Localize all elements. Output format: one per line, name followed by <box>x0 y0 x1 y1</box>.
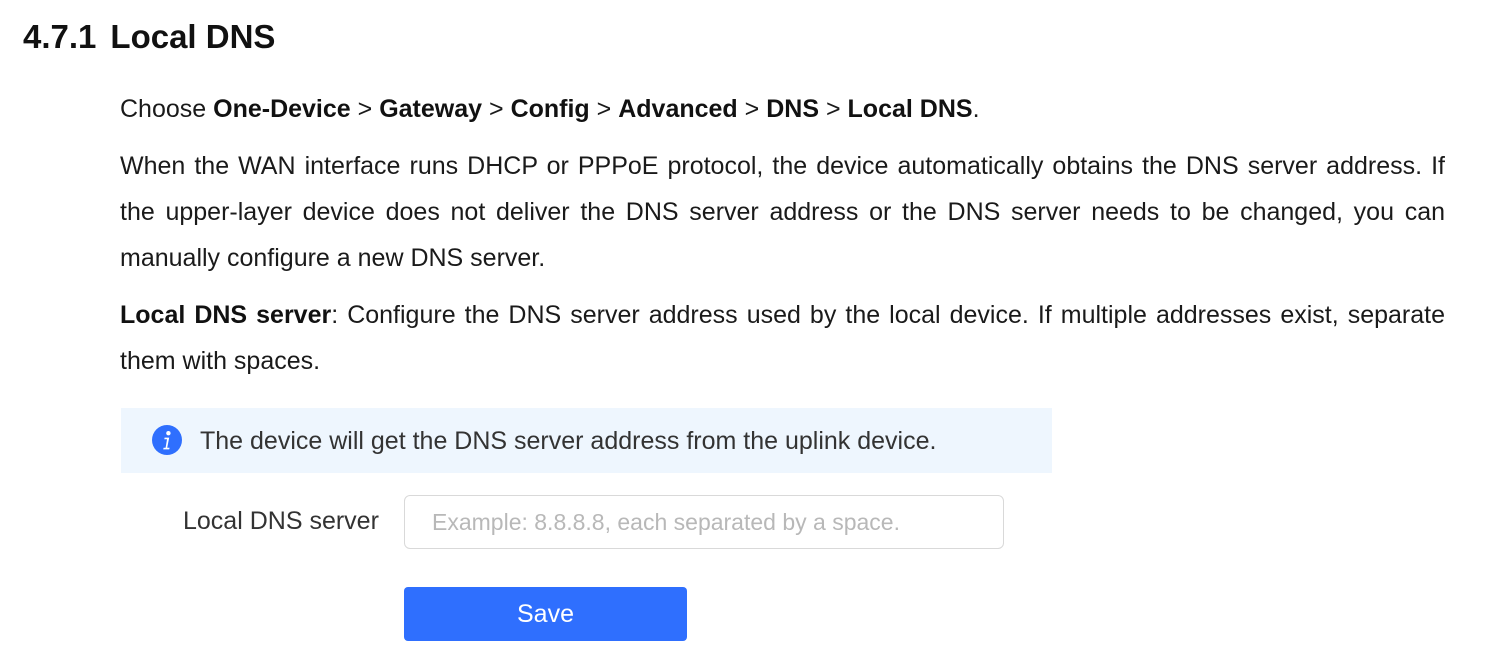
field-term: Local DNS server <box>120 301 332 329</box>
local-dns-label: Local DNS server <box>183 507 379 535</box>
section-title: Local DNS <box>110 18 276 55</box>
description-paragraph: When the WAN interface runs DHCP or PPPo… <box>120 152 1445 272</box>
nav-separator: > <box>596 95 612 123</box>
info-banner: The device will get the DNS server addre… <box>121 408 1052 473</box>
save-button[interactable]: Save <box>404 587 687 641</box>
nav-step-dns: DNS <box>766 95 820 123</box>
nav-separator: > <box>825 95 841 123</box>
nav-step-gateway: Gateway <box>379 95 483 123</box>
local-dns-input[interactable] <box>404 495 1004 549</box>
nav-period: . <box>972 95 980 123</box>
info-circle-icon <box>151 424 183 456</box>
section-number: 4.7.1 <box>23 18 97 55</box>
info-icon-dot <box>166 431 171 436</box>
nav-step-config: Config <box>510 95 590 123</box>
nav-step-one-device: One-Device <box>213 95 351 123</box>
nav-separator: > <box>489 95 504 123</box>
nav-step-advanced: Advanced <box>618 95 738 123</box>
navigation-path: Choose One-Device > Gateway > Config > A… <box>120 86 1445 132</box>
section-heading: 4.7.1 Local DNS <box>23 14 275 60</box>
nav-prefix: Choose <box>120 95 207 123</box>
nav-separator: > <box>744 95 760 123</box>
config-panel: The device will get the DNS server addre… <box>121 408 1052 658</box>
nav-separator: > <box>357 95 373 123</box>
info-message: The device will get the DNS server addre… <box>200 427 937 455</box>
nav-step-local-dns: Local DNS <box>847 95 973 123</box>
field-description: Local DNS server: Configure the DNS serv… <box>120 292 1445 384</box>
